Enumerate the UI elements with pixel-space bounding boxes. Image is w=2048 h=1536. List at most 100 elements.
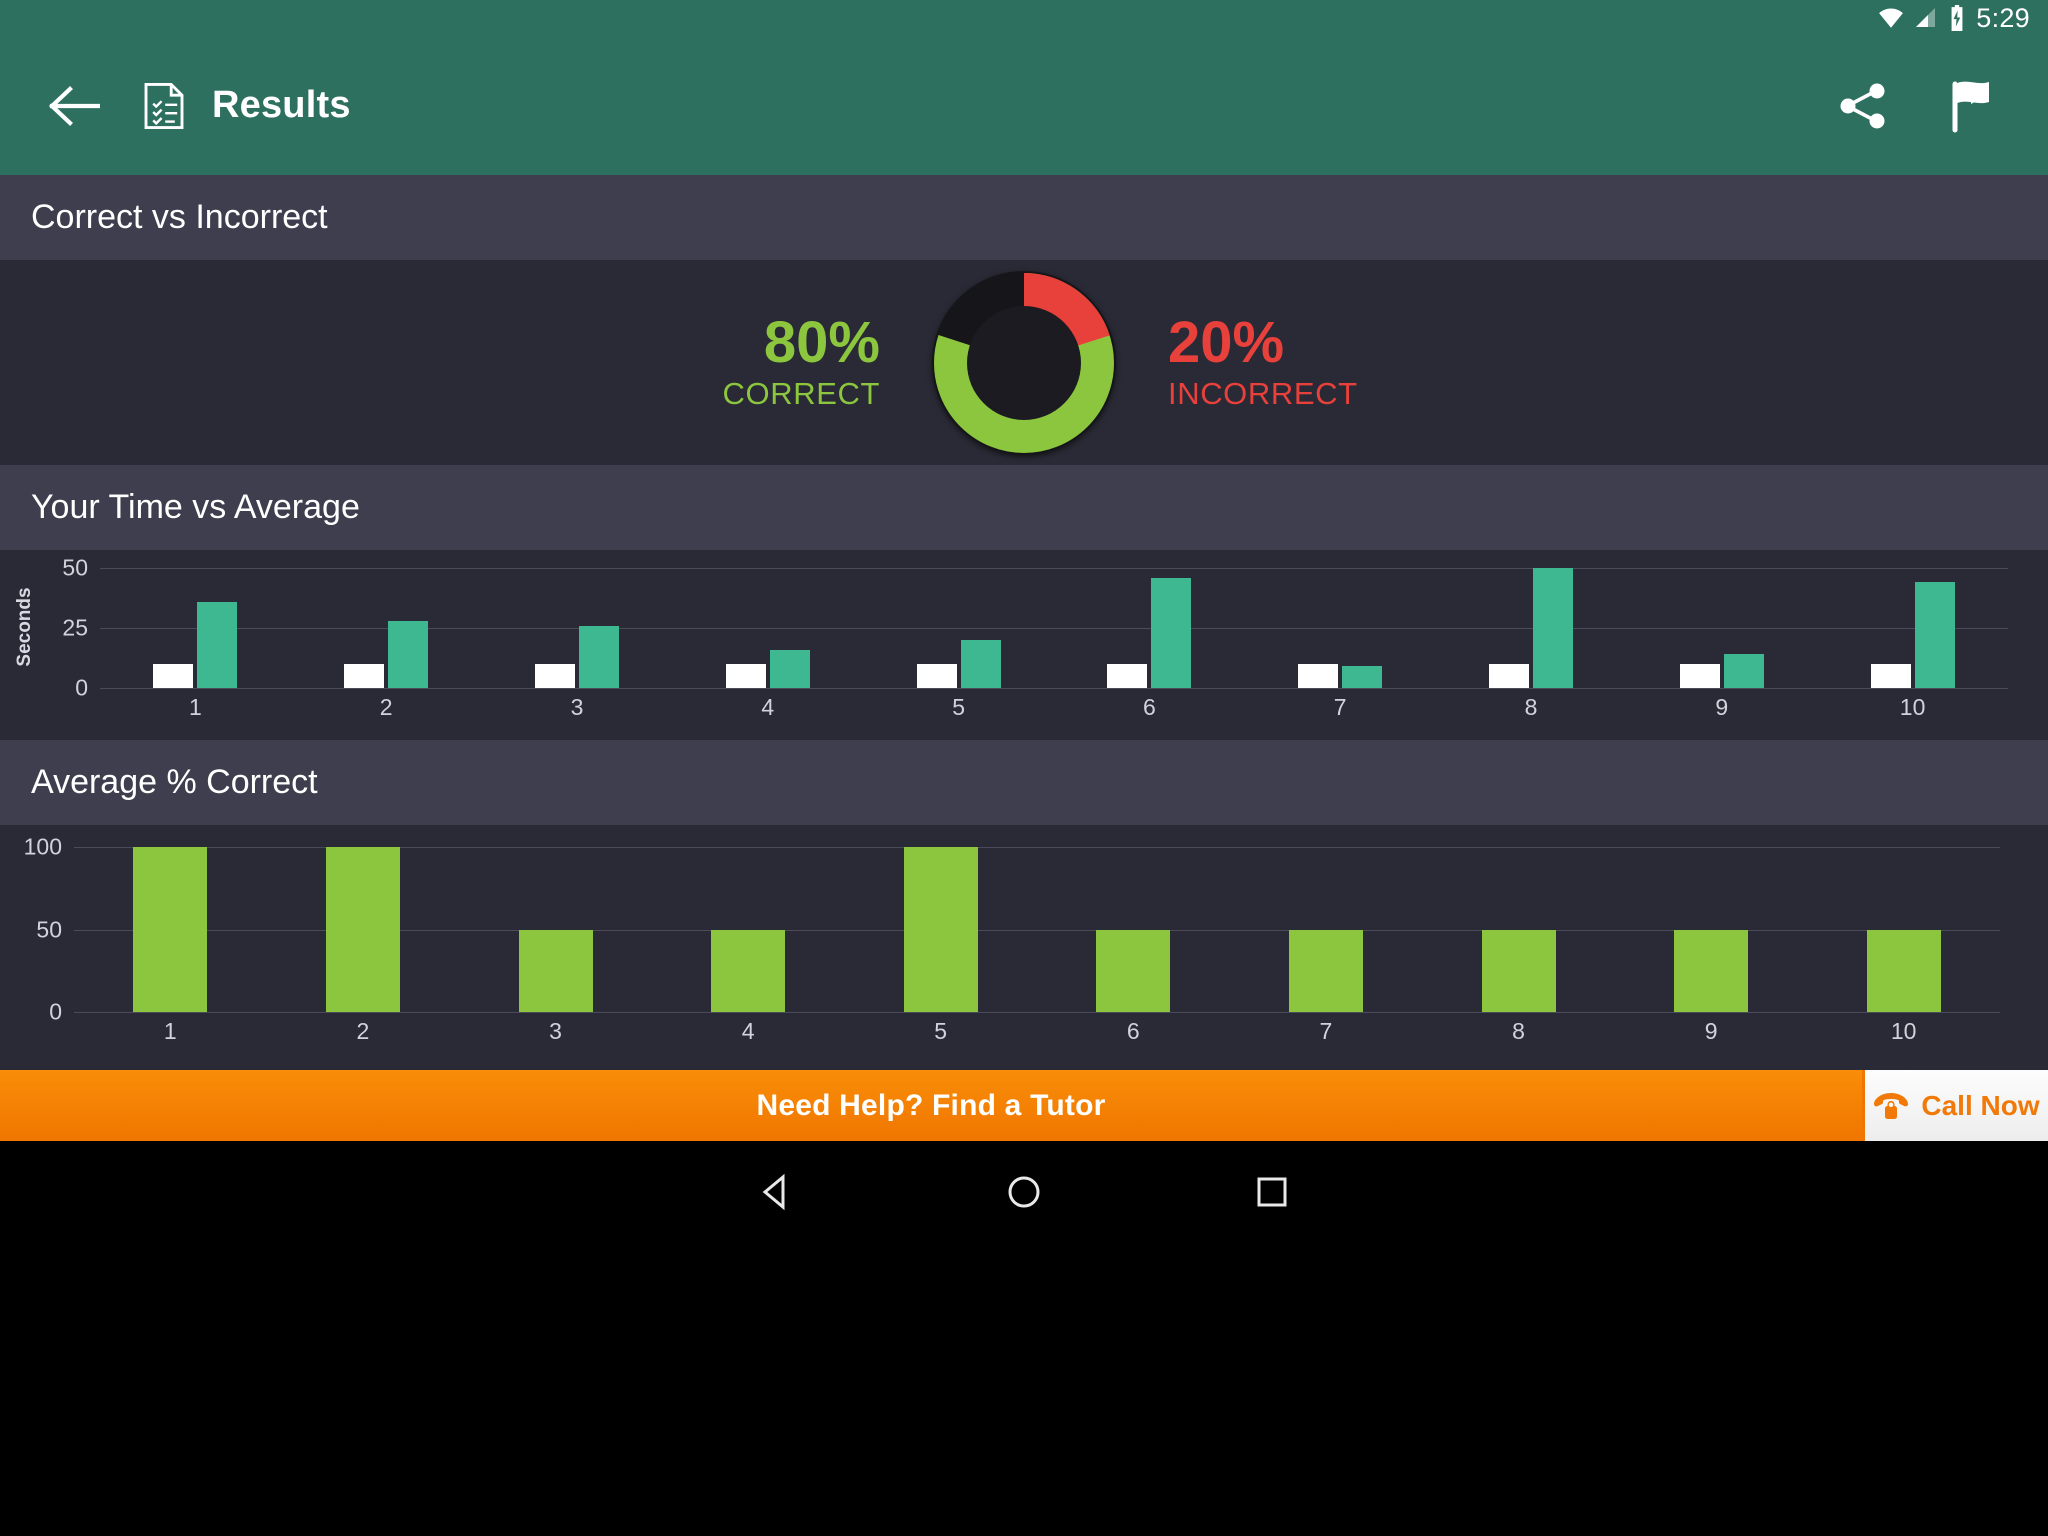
x-axis-tick: 10 (1899, 694, 1926, 720)
section-header-time-vs-average: Your Time vs Average (0, 465, 2048, 550)
nav-recents-button[interactable] (1244, 1164, 1300, 1220)
chart-bar (1107, 664, 1148, 688)
chart-bar (133, 847, 208, 1012)
ad-banner[interactable]: Need Help? Find a Tutor Call Now (0, 1070, 2048, 1141)
x-axis-tick: 7 (1333, 694, 1347, 720)
chart-bar (1342, 666, 1383, 688)
chart-bar (535, 664, 575, 688)
chart-bar (1679, 664, 1720, 688)
x-axis-tick: 8 (1524, 694, 1538, 720)
x-axis-tick: 9 (1704, 1018, 1718, 1044)
chart-bar (1298, 664, 1339, 688)
donut-row: 80% CORRECT 20% INCORRECT (0, 263, 2048, 463)
incorrect-label: INCORRECT (1168, 376, 1358, 412)
average-correct-chart: 0 50 100 1 2 3 4 5 6 7 8 9 10 (0, 825, 2048, 1070)
wifi-icon (1879, 8, 1904, 28)
chart-bar (960, 640, 1001, 688)
donut-chart (924, 263, 1124, 463)
x-axis-tick: 6 (1142, 694, 1156, 720)
cell-signal-icon (1916, 8, 1936, 27)
chart-bar (916, 664, 957, 688)
next-flag-button[interactable] (1940, 75, 2002, 137)
chart-bar (1870, 664, 1911, 688)
chart-bar (344, 664, 385, 688)
page-title: Results (212, 84, 351, 126)
status-bar-icons (1878, 5, 1966, 31)
x-axis-tick: 4 (761, 694, 775, 720)
incorrect-percent: 20% (1168, 309, 1285, 375)
android-nav-bar (0, 1141, 2048, 1242)
section-title: Correct vs Incorrect (31, 198, 328, 236)
status-bar: 5:29 (0, 0, 2048, 36)
chart-bar (153, 664, 194, 688)
x-axis-tick: 7 (1319, 1018, 1333, 1044)
donut-chart-svg (932, 270, 1116, 455)
chart-bar (1151, 577, 1192, 688)
nav-back-triangle-icon (762, 1173, 785, 1210)
y-axis-tick: 0 (49, 998, 62, 1025)
gridline (100, 568, 2008, 569)
app-bar-actions (1832, 75, 2022, 137)
chart-bar (1866, 929, 1941, 1012)
x-axis-tick: 4 (741, 1018, 755, 1044)
chart-bar (197, 601, 238, 688)
chart-bar (388, 620, 429, 688)
x-axis-tick: 3 (549, 1018, 562, 1044)
x-axis-tick: 5 (952, 694, 965, 720)
nav-back-button[interactable] (748, 1164, 804, 1220)
section-title: Your Time vs Average (31, 488, 360, 526)
app-bar: Results (0, 36, 2048, 175)
x-axis-tick: 2 (356, 1018, 370, 1044)
section-header-correct-vs-incorrect: Correct vs Incorrect (0, 175, 2048, 260)
correct-percent: 80% (763, 309, 880, 375)
x-axis-tick: 8 (1512, 1018, 1525, 1044)
battery-charging-icon (1951, 5, 1963, 31)
x-axis-tick: 1 (163, 1018, 177, 1044)
chart-bar (903, 847, 978, 1012)
chart-bar (725, 664, 766, 688)
x-axis-tick: 1 (188, 694, 202, 720)
status-bar-clock: 5:29 (1976, 2, 2030, 33)
chart-bar (711, 929, 786, 1012)
back-button[interactable] (42, 74, 106, 138)
gridline (74, 1012, 2000, 1013)
nav-home-button[interactable] (996, 1164, 1052, 1220)
incorrect-stat: 20% INCORRECT (1124, 313, 1424, 412)
donut-chart-panel: 80% CORRECT 20% INCORRECT (0, 260, 2048, 465)
nav-home-circle-icon (1008, 1176, 1040, 1207)
x-axis-tick: 9 (1715, 694, 1729, 720)
y-axis-tick: 100 (23, 833, 62, 860)
x-axis-tick: 10 (1890, 1018, 1917, 1044)
telephone-icon (1874, 1092, 1909, 1119)
flag-next-icon (1952, 81, 1989, 132)
pct-chart-plot: 0 50 100 1 2 3 4 5 6 7 8 9 10 (0, 825, 2048, 1070)
chart-bar (1533, 568, 1573, 688)
chart-bar (579, 625, 619, 688)
chart-bar (1288, 929, 1363, 1012)
share-icon (1840, 83, 1885, 128)
back-arrow-icon (49, 85, 100, 126)
chart-bar (769, 649, 810, 688)
correct-stat: 80% CORRECT (624, 313, 924, 412)
time-vs-average-chart: 0 25 50 Seconds 1 2 3 4 5 6 7 8 9 10 (0, 550, 2048, 740)
x-axis-tick: 5 (934, 1018, 948, 1044)
chart-bar (518, 929, 593, 1012)
y-axis-label: Seconds (14, 587, 35, 667)
section-title: Average % Correct (31, 763, 318, 801)
results-document-icon (144, 82, 184, 129)
find-a-tutor-button[interactable]: Need Help? Find a Tutor (0, 1070, 1862, 1141)
nav-recents-square-icon (1257, 1177, 1287, 1206)
ad-banner-text: Need Help? Find a Tutor (756, 1088, 1106, 1122)
correct-label: CORRECT (722, 376, 880, 412)
gridline (100, 628, 2008, 629)
chart-bar (1096, 929, 1171, 1012)
chart-bar (1481, 929, 1556, 1012)
x-axis-tick: 2 (379, 694, 393, 720)
chart-bar (1914, 582, 1955, 688)
section-header-average-correct: Average % Correct (0, 740, 2048, 825)
chart-bar (1674, 929, 1749, 1012)
call-now-button[interactable]: Call Now (1862, 1070, 2048, 1141)
call-now-label: Call Now (1921, 1089, 2040, 1121)
share-button[interactable] (1832, 75, 1894, 137)
gridline (100, 688, 2008, 689)
